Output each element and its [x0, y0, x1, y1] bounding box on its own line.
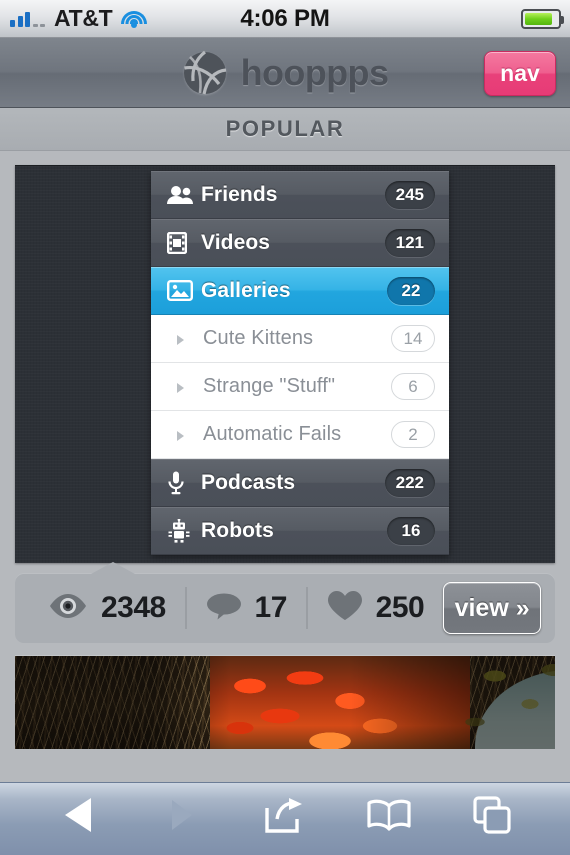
eye-icon	[48, 593, 88, 624]
photo-shading-layer	[15, 656, 555, 749]
bookmarks-icon	[366, 799, 411, 831]
iphone-screen: AT&T 4:06 PM hooppps nav POPULAR Friends…	[0, 0, 570, 855]
menu-item-label: Friends	[201, 182, 278, 206]
chevron-right-icon	[177, 333, 187, 345]
menu-item-label: Robots	[201, 518, 274, 542]
brand-logo[interactable]: hooppps	[182, 50, 389, 96]
microphone-icon	[167, 471, 197, 495]
clock-label: 4:06 PM	[240, 4, 330, 32]
menu-item-label: Podcasts	[201, 470, 296, 494]
stat-comments: 17	[187, 591, 306, 625]
submenu-item-label: Strange "Stuff"	[203, 375, 336, 397]
back-arrow-icon	[61, 796, 95, 834]
page-title: POPULAR	[225, 116, 345, 141]
menu-item-videos[interactable]: Videos 121	[151, 219, 449, 267]
submenu-item-label: Cute Kittens	[203, 327, 314, 349]
menu-item-robots[interactable]: Robots 16	[151, 507, 449, 555]
video-icon	[167, 231, 197, 254]
friends-icon	[167, 185, 197, 205]
menu-item-label: Videos	[201, 230, 271, 254]
submenu-item-badge: 14	[391, 325, 435, 352]
menu-item-badge: 22	[387, 276, 435, 305]
status-bar: AT&T 4:06 PM	[0, 0, 570, 38]
gallery-icon	[167, 280, 197, 301]
stats-pointer-caret	[91, 562, 135, 574]
menu-item-label: Galleries	[201, 278, 291, 302]
app-header: hooppps nav	[0, 38, 570, 108]
menu-item-friends[interactable]: Friends 245	[151, 171, 449, 219]
menu-item-galleries[interactable]: Galleries 22	[151, 267, 449, 315]
menu-item-badge: 121	[384, 228, 435, 257]
comment-bubble-icon	[206, 592, 242, 625]
stats-bar: 2348 17 250 view »	[15, 573, 555, 643]
forward-arrow-icon	[164, 796, 198, 834]
brand-name: hooppps	[240, 51, 389, 93]
stat-likes: 250	[308, 590, 444, 626]
forward-button[interactable]	[150, 790, 212, 840]
view-button[interactable]: view »	[443, 582, 541, 634]
share-icon	[265, 797, 305, 833]
menu-item-badge: 16	[387, 516, 435, 545]
submenu-item-label: Automatic Fails	[203, 423, 342, 445]
back-button[interactable]	[47, 790, 109, 840]
heart-icon	[327, 590, 363, 626]
menu-item-badge: 222	[384, 468, 435, 497]
views-count: 2348	[101, 591, 166, 624]
content-area: Friends 245 Videos 121 Galleries 22 Cute…	[0, 151, 570, 749]
battery-icon	[521, 8, 564, 29]
robot-icon	[167, 518, 197, 543]
tabs-icon	[473, 796, 511, 834]
basketball-logo-icon	[182, 50, 228, 96]
section-header: POPULAR	[0, 108, 570, 151]
bookmarks-button[interactable]	[358, 790, 420, 840]
submenu-item-badge: 6	[391, 373, 435, 400]
submenu-item-badge: 2	[391, 421, 435, 448]
stat-views: 2348	[29, 591, 185, 625]
next-photo-thumbnail[interactable]	[15, 656, 555, 749]
likes-count: 250	[375, 591, 425, 624]
featured-screenshot[interactable]: Friends 245 Videos 121 Galleries 22 Cute…	[15, 165, 555, 563]
submenu-item-cute-kittens[interactable]: Cute Kittens 14	[151, 315, 449, 363]
tabs-button[interactable]	[461, 790, 523, 840]
menu-item-badge: 245	[384, 180, 435, 209]
screenshot-menu-panel: Friends 245 Videos 121 Galleries 22 Cute…	[151, 171, 449, 555]
share-button[interactable]	[254, 790, 316, 840]
chevron-right-icon	[177, 381, 187, 393]
safari-toolbar	[0, 782, 570, 855]
submenu-item-automatic-fails[interactable]: Automatic Fails 2	[151, 411, 449, 459]
comments-count: 17	[254, 591, 288, 624]
submenu-item-strange-stuff[interactable]: Strange "Stuff" 6	[151, 363, 449, 411]
nav-button[interactable]: nav	[484, 51, 556, 96]
menu-item-podcasts[interactable]: Podcasts 222	[151, 459, 449, 507]
stats-bar-wrapper: 2348 17 250 view »	[15, 562, 555, 643]
chevron-right-icon	[177, 429, 187, 441]
